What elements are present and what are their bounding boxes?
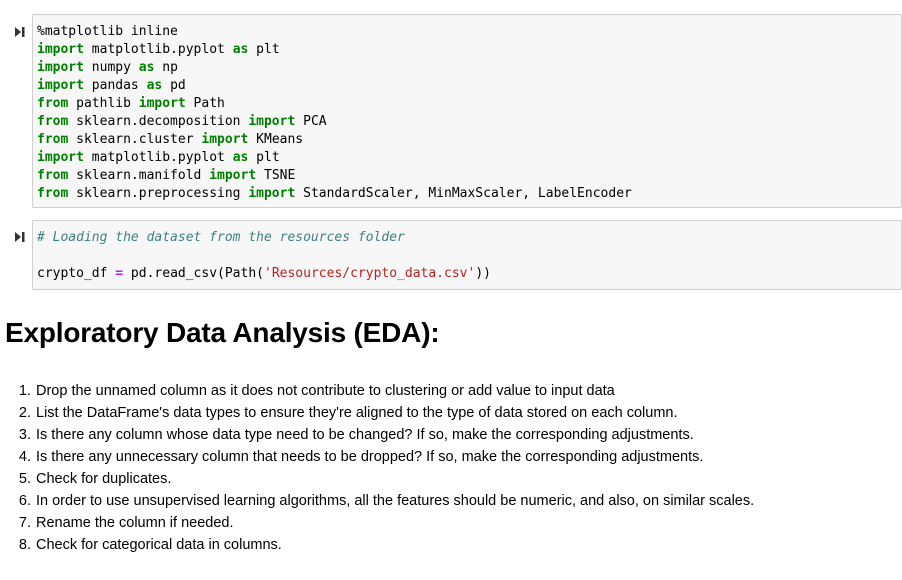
code-line: # Loading the dataset from the resources… bbox=[37, 229, 901, 247]
code-token: Path bbox=[185, 96, 225, 111]
code-token: import bbox=[37, 60, 84, 75]
code-editor-imports[interactable]: %matplotlib inline import matplotlib.pypl… bbox=[32, 14, 902, 208]
code-token: as bbox=[138, 60, 155, 75]
section-heading: Exploratory Data Analysis (EDA): bbox=[5, 317, 440, 348]
code-token: import bbox=[248, 186, 296, 201]
code-token: pathlib bbox=[68, 96, 139, 111]
code-token: = bbox=[115, 266, 124, 281]
eda-step-item: In order to use unsupervised learning al… bbox=[35, 490, 754, 512]
code-line: import numpy as np bbox=[37, 59, 901, 77]
eda-step-item: Is there any unnecessary column that nee… bbox=[35, 446, 754, 468]
code-line: from sklearn.manifold import TSNE bbox=[37, 167, 901, 185]
code-token: crypto_df bbox=[37, 266, 116, 281]
code-text-imports[interactable]: %matplotlib inline import matplotlib.pypl… bbox=[33, 15, 901, 203]
code-cell-load-data[interactable]: # Loading the dataset from the resources… bbox=[0, 220, 902, 290]
code-token: TSNE bbox=[256, 168, 296, 183]
code-line: %matplotlib inline bbox=[37, 23, 901, 41]
code-token: numpy bbox=[83, 60, 139, 75]
code-token: import bbox=[248, 114, 296, 129]
code-token: from bbox=[37, 168, 69, 183]
code-token: import bbox=[138, 96, 186, 111]
code-token: import bbox=[37, 150, 84, 165]
code-line: crypto_df = pd.read_csv(Path('Resources/… bbox=[37, 265, 901, 283]
code-token: plt bbox=[248, 42, 280, 57]
eda-step-item: Check for duplicates. bbox=[35, 468, 754, 490]
eda-steps-list: Drop the unnamed column as it does not c… bbox=[0, 380, 754, 556]
code-token: import bbox=[37, 42, 84, 57]
code-token: pandas bbox=[83, 78, 147, 93]
code-token: from bbox=[37, 114, 69, 129]
code-cell-imports[interactable]: %matplotlib inline import matplotlib.pypl… bbox=[0, 14, 902, 208]
eda-step-item: Drop the unnamed column as it does not c… bbox=[35, 380, 754, 402]
code-token: sklearn.decomposition bbox=[68, 114, 249, 129]
code-token: as bbox=[146, 78, 163, 93]
code-token: )) bbox=[475, 266, 491, 281]
eda-step-item: Rename the column if needed. bbox=[35, 512, 754, 534]
code-token: matplotlib.pyplot bbox=[83, 150, 233, 165]
code-token: KMeans bbox=[248, 132, 304, 147]
code-token: %matplotlib inline bbox=[37, 24, 178, 39]
code-line: from sklearn.decomposition import PCA bbox=[37, 113, 901, 131]
code-token: # Loading the dataset from the resources… bbox=[37, 230, 405, 245]
code-token: as bbox=[232, 150, 249, 165]
code-line: from pathlib import Path bbox=[37, 95, 901, 113]
code-text-load-data[interactable]: # Loading the dataset from the resources… bbox=[33, 221, 901, 283]
code-line: from sklearn.cluster import KMeans bbox=[37, 131, 901, 149]
code-token: pd.read_csv(Path( bbox=[123, 266, 264, 281]
code-token: pd bbox=[162, 78, 186, 93]
code-token: np bbox=[154, 60, 178, 75]
code-token: from bbox=[37, 96, 69, 111]
code-line: import matplotlib.pyplot as plt bbox=[37, 41, 901, 59]
code-token: sklearn.preprocessing bbox=[68, 186, 249, 201]
code-token: from bbox=[37, 186, 69, 201]
code-token: sklearn.manifold bbox=[68, 168, 210, 183]
code-line: import matplotlib.pyplot as plt bbox=[37, 149, 901, 167]
code-token: from bbox=[37, 132, 69, 147]
code-line: import pandas as pd bbox=[37, 77, 901, 95]
eda-step-item: List the DataFrame's data types to ensur… bbox=[35, 402, 754, 424]
code-token: matplotlib.pyplot bbox=[83, 42, 233, 57]
code-line: from sklearn.preprocessing import Standa… bbox=[37, 185, 901, 203]
code-token: import bbox=[209, 168, 257, 183]
code-token: StandardScaler, MinMaxScaler, LabelEncod… bbox=[295, 186, 632, 201]
code-token: 'Resources/crypto_data.csv' bbox=[264, 266, 476, 281]
code-editor-load-data[interactable]: # Loading the dataset from the resources… bbox=[32, 220, 902, 290]
run-cell-icon[interactable] bbox=[14, 26, 26, 38]
code-token: sklearn.cluster bbox=[68, 132, 202, 147]
code-token: as bbox=[232, 42, 249, 57]
code-token: plt bbox=[248, 150, 280, 165]
eda-step-item: Check for categorical data in columns. bbox=[35, 534, 754, 556]
eda-step-item: Is there any column whose data type need… bbox=[35, 424, 754, 446]
code-token: import bbox=[37, 78, 84, 93]
run-cell-icon[interactable] bbox=[14, 231, 26, 243]
code-token: PCA bbox=[295, 114, 327, 129]
code-token: import bbox=[201, 132, 249, 147]
